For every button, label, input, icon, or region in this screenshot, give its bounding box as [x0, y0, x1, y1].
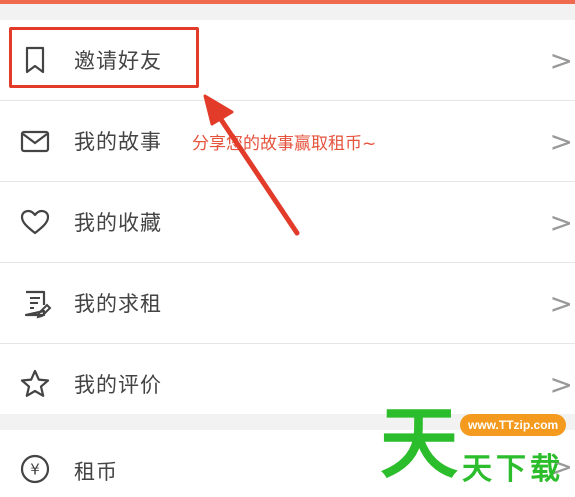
watermark-text: 天下载 — [462, 452, 564, 487]
menu-item-label: 我的求租 — [74, 292, 162, 316]
menu-item-label: 我的评价 — [74, 373, 162, 397]
chevron-right-icon: > — [549, 367, 573, 401]
menu-item-label: 我的收藏 — [74, 211, 162, 235]
watermark: 天 www.TTzip.com 天下载 — [380, 404, 575, 497]
menu-item-label: 我的故事 — [74, 130, 162, 154]
chevron-right-icon: > — [549, 205, 573, 239]
menu-item-my-rental-requests[interactable]: 我的求租 > — [0, 263, 575, 344]
watermark-logo-char: 天 — [380, 399, 459, 489]
menu-item-my-story[interactable]: 我的故事 分享您的故事赢取租币~ > — [0, 101, 575, 182]
watermark-url: www.TTzip.com — [460, 414, 567, 436]
top-divider — [0, 4, 575, 20]
yen-icon: ¥ — [18, 452, 52, 486]
star-icon — [18, 367, 52, 401]
chevron-right-icon: > — [549, 286, 573, 320]
heart-icon — [18, 205, 52, 239]
chevron-right-icon: > — [549, 43, 573, 77]
highlight-box — [9, 27, 199, 88]
yen-icon-glyph: ¥ — [30, 461, 40, 479]
mail-icon — [18, 124, 52, 158]
clipboard-edit-icon — [18, 286, 52, 320]
promo-text: 分享您的故事赢取租币~ — [192, 133, 377, 154]
menu-item-label: 租币 — [74, 460, 118, 484]
chevron-right-icon: > — [549, 124, 573, 158]
menu-item-my-favorites[interactable]: 我的收藏 > — [0, 182, 575, 263]
